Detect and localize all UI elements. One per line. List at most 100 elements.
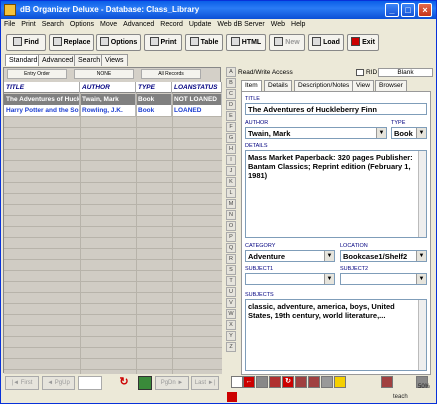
column-title[interactable]: TITLE xyxy=(4,82,80,93)
undo-icon[interactable]: ↻ xyxy=(282,376,294,388)
letter-p-button[interactable]: P xyxy=(226,232,236,242)
details-textarea[interactable]: Mass Market Paperback: 320 pages Publish… xyxy=(245,150,427,238)
replace-button[interactable]: Replace xyxy=(49,34,94,51)
letter-s-button[interactable]: S xyxy=(226,265,236,275)
printer-icon[interactable] xyxy=(256,376,268,388)
letter-r-button[interactable]: R xyxy=(226,254,236,264)
menu-print[interactable]: Print xyxy=(18,19,38,31)
letter-j-button[interactable]: J xyxy=(226,166,236,176)
minimize-button[interactable]: _ xyxy=(385,3,399,17)
delete-icon[interactable] xyxy=(269,376,281,388)
menu-help[interactable]: Help xyxy=(288,19,308,31)
author-field[interactable]: Twain, Mark ▼ xyxy=(245,127,387,139)
subject2-field[interactable]: ▼ xyxy=(340,273,427,285)
table-row[interactable]: The Adventures of Huckleberry Finn Twain… xyxy=(4,94,222,105)
color-grid-icon[interactable] xyxy=(138,376,152,390)
record-number-input[interactable] xyxy=(78,376,102,390)
column-type[interactable]: TYPE xyxy=(136,82,172,93)
letter-o-button[interactable]: O xyxy=(226,221,236,231)
sort-none-button[interactable]: NONE xyxy=(74,69,134,79)
menu-update[interactable]: Update xyxy=(186,19,215,31)
new-button[interactable]: New xyxy=(269,34,305,51)
options-button[interactable]: Options xyxy=(96,34,141,51)
flag-icon[interactable] xyxy=(227,392,237,402)
menu-options[interactable]: Options xyxy=(67,19,97,31)
letter-n-button[interactable]: N xyxy=(226,210,236,220)
column-author[interactable]: AUTHOR xyxy=(80,82,136,93)
table-button[interactable]: Table xyxy=(185,34,223,51)
letter-t-button[interactable]: T xyxy=(226,276,236,286)
letter-v-button[interactable]: V xyxy=(226,298,236,308)
subject1-field[interactable]: ▼ xyxy=(245,273,335,285)
all-records-button[interactable]: All Records xyxy=(141,69,201,79)
letter-m-button[interactable]: M xyxy=(226,199,236,209)
letter-h-button[interactable]: H xyxy=(226,144,236,154)
chevron-down-icon[interactable]: ▼ xyxy=(416,274,426,284)
location-field[interactable]: Bookcase1/Shelf2 ▼ xyxy=(340,250,427,262)
menu-record[interactable]: Record xyxy=(157,19,186,31)
report-icon[interactable] xyxy=(381,376,393,388)
last-button[interactable]: Last ►| xyxy=(191,376,219,390)
find-button[interactable]: Find xyxy=(6,34,46,51)
rid-checkbox[interactable] xyxy=(356,69,364,76)
menu-advanced[interactable]: Advanced xyxy=(120,19,157,31)
letter-i-button[interactable]: I xyxy=(226,155,236,165)
pgup-button[interactable]: ◄ PgUp xyxy=(42,376,75,390)
letter-g-button[interactable]: G xyxy=(226,133,236,143)
letter-x-button[interactable]: X xyxy=(226,320,236,330)
menu-web[interactable]: Web xyxy=(268,19,288,31)
letter-q-button[interactable]: Q xyxy=(226,243,236,253)
category-field[interactable]: Adventure ▼ xyxy=(245,250,335,262)
subjects-textarea[interactable]: classic, adventure, america, boys, Unite… xyxy=(245,299,427,371)
menu-file[interactable]: File xyxy=(1,19,18,31)
details-scrollbar[interactable] xyxy=(418,151,426,237)
tab-view[interactable]: View xyxy=(352,80,374,91)
menu-search[interactable]: Search xyxy=(39,19,67,31)
tab-description-notes[interactable]: Description/Notes xyxy=(294,80,354,91)
letter-u-button[interactable]: U xyxy=(226,287,236,297)
type-field[interactable]: Book ▼ xyxy=(391,127,427,139)
print-button[interactable]: Print xyxy=(144,34,182,51)
chevron-down-icon[interactable]: ▼ xyxy=(324,274,334,284)
menu-web-db-server[interactable]: Web dB Server xyxy=(214,19,267,31)
letter-k-button[interactable]: K xyxy=(226,177,236,187)
letter-d-button[interactable]: D xyxy=(226,100,236,110)
first-button[interactable]: |◄ First xyxy=(5,376,39,390)
letter-c-button[interactable]: C xyxy=(226,89,236,99)
maximize-button[interactable]: □ xyxy=(401,3,415,17)
tab-search[interactable]: Search xyxy=(74,54,105,66)
letter-z-button[interactable]: Z xyxy=(226,342,236,352)
entry-order-button[interactable]: Entry Order xyxy=(7,69,67,79)
table-row[interactable]: Harry Potter and the Sorcerer's Stone Ro… xyxy=(4,105,222,116)
paste-record-icon[interactable] xyxy=(308,376,320,388)
tab-browser[interactable]: Browser xyxy=(375,80,407,91)
letter-l-button[interactable]: L xyxy=(226,188,236,198)
chevron-down-icon[interactable]: ▼ xyxy=(376,128,386,138)
letter-e-button[interactable]: E xyxy=(226,111,236,121)
letter-w-button[interactable]: W xyxy=(226,309,236,319)
letter-y-button[interactable]: Y xyxy=(226,331,236,341)
tab-standard[interactable]: Standard xyxy=(5,54,42,66)
chevron-down-icon[interactable]: ▼ xyxy=(324,251,334,261)
tab-item[interactable]: Item xyxy=(241,80,262,91)
html-button[interactable]: HTML xyxy=(226,34,266,51)
menu-move[interactable]: Move xyxy=(97,19,120,31)
chevron-down-icon[interactable]: ▼ xyxy=(416,251,426,261)
tab-details[interactable]: Details xyxy=(264,80,292,91)
refresh-icon[interactable]: ↻ xyxy=(117,376,131,390)
letter-b-button[interactable]: B xyxy=(226,78,236,88)
tab-advanced[interactable]: Advanced xyxy=(38,54,78,66)
back-arrow-icon[interactable]: ← xyxy=(243,376,255,388)
letter-f-button[interactable]: F xyxy=(226,122,236,132)
checkbox-icon[interactable] xyxy=(231,376,243,388)
duplicate-icon[interactable] xyxy=(321,376,333,388)
tab-views[interactable]: Views xyxy=(101,54,128,66)
pgdn-button[interactable]: PgDn ► xyxy=(155,376,189,390)
chevron-down-icon[interactable]: ▼ xyxy=(416,128,426,138)
column-loanstatus[interactable]: LOANSTATUS xyxy=(172,82,222,93)
subjects-scrollbar[interactable] xyxy=(418,300,426,370)
exit-button[interactable]: Exit xyxy=(347,34,379,51)
close-button[interactable]: × xyxy=(418,3,432,17)
records-grid[interactable]: TITLE AUTHOR TYPE LOANSTATUS The Adventu… xyxy=(4,82,222,374)
lightbulb-icon[interactable] xyxy=(334,376,346,388)
